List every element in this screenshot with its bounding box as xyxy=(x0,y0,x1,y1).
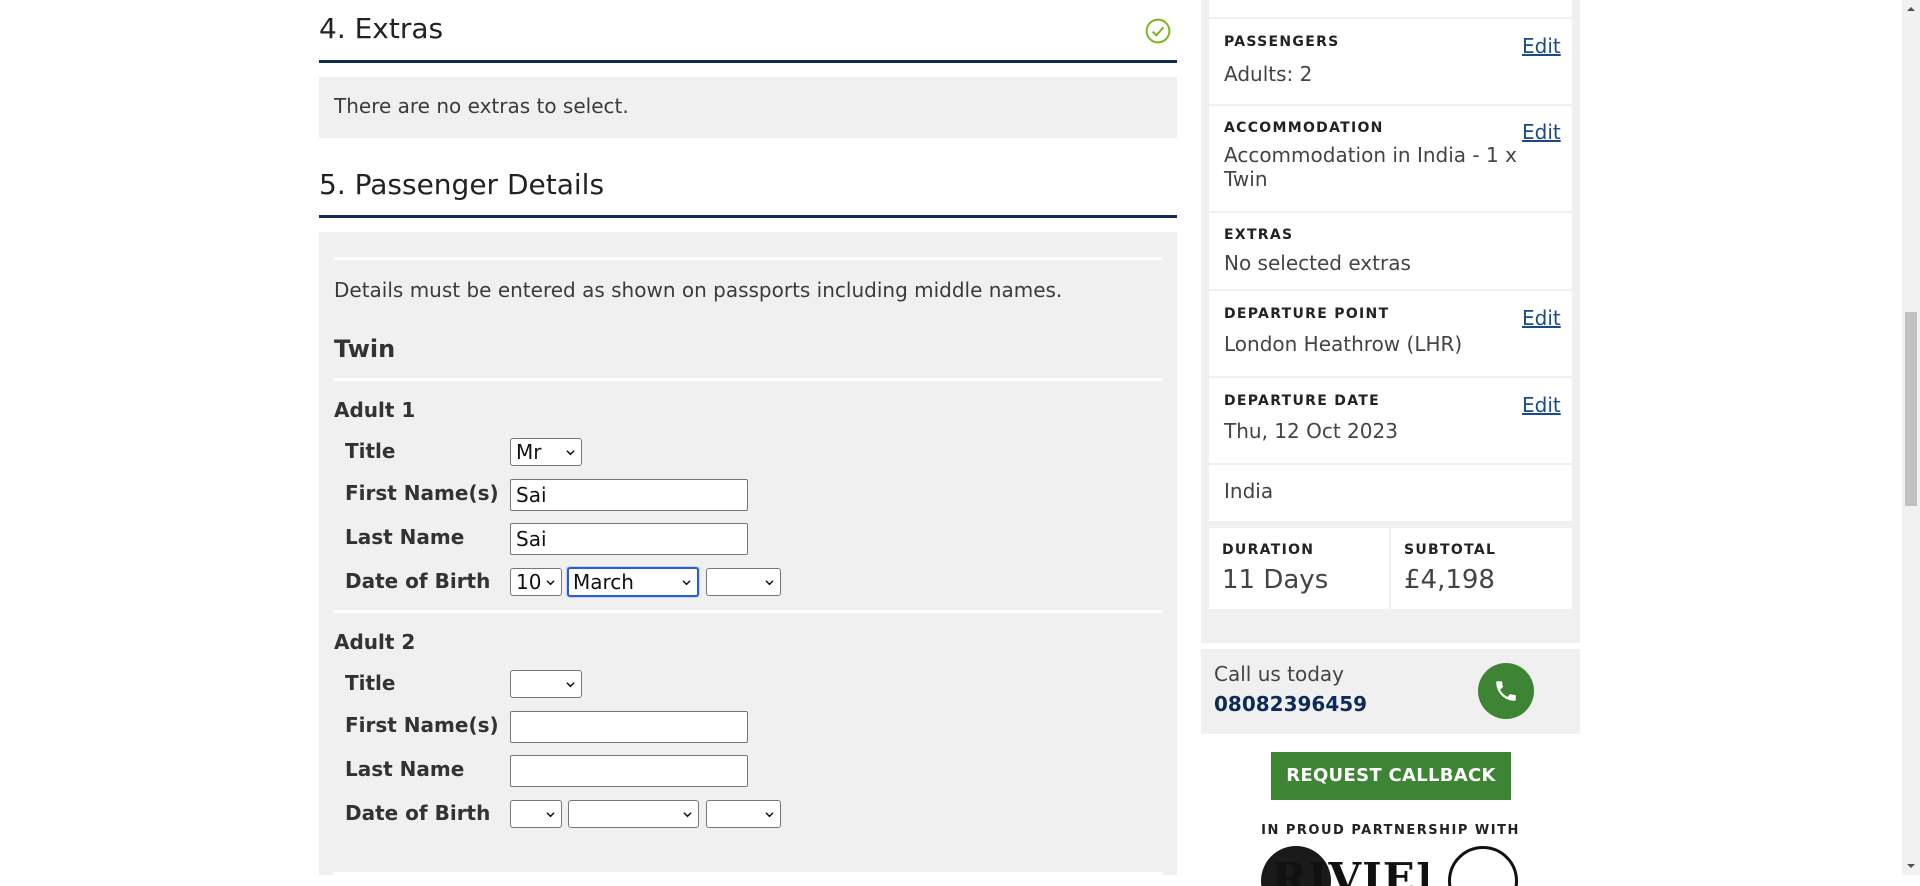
phone-number-link[interactable]: 08082396459 xyxy=(1214,692,1367,716)
subtotal-value: £4,198 xyxy=(1404,565,1495,595)
call-us-box: Call us today 08082396459 xyxy=(1201,649,1580,734)
check-circle-icon xyxy=(1145,18,1171,44)
adult-1-title-value: Mr xyxy=(516,440,542,464)
duration-label: DURATION xyxy=(1222,542,1315,558)
no-extras-message: There are no extras to select. xyxy=(334,94,629,118)
passenger-details-heading: 5. Passenger Details xyxy=(319,168,605,201)
chevron-down-icon xyxy=(546,812,555,818)
departure-point-value: London Heathrow (LHR) xyxy=(1224,332,1463,356)
departure-date-label: DEPARTURE DATE xyxy=(1224,393,1380,409)
adult-1-heading: Adult 1 xyxy=(334,398,416,422)
adult-2-dob-label: Date of Birth xyxy=(345,801,491,825)
adult-2-heading: Adult 2 xyxy=(334,630,416,654)
passengers-label: PASSENGERS xyxy=(1224,34,1340,50)
summary-top-card xyxy=(1209,0,1572,17)
summary-extras-card: EXTRAS No selected extras xyxy=(1209,213,1572,289)
adult-2-title-label: Title xyxy=(345,671,396,695)
passenger-details-panel: Details must be entered as shown on pass… xyxy=(319,232,1177,875)
edit-departure-date-link[interactable]: Edit xyxy=(1522,393,1561,417)
call-us-text: Call us today xyxy=(1214,662,1345,686)
adult-2-dob-year-select[interactable] xyxy=(706,800,781,828)
adult-2-first-name-label: First Name(s) xyxy=(345,713,499,737)
accommodation-value-line2: Twin xyxy=(1224,167,1268,191)
chevron-down-icon xyxy=(566,450,575,456)
chevron-down-icon xyxy=(682,580,691,586)
adult-1-dob-month-select[interactable]: March xyxy=(567,567,699,597)
panel-top-divider xyxy=(334,257,1162,260)
riviera-logo-text: RIVIERA xyxy=(1272,854,1428,886)
partner-emblem-circle xyxy=(1448,846,1518,886)
summary-accommodation-card: ACCOMMODATION Accommodation in India - 1… xyxy=(1209,106,1572,211)
passenger-details-divider xyxy=(319,215,1177,218)
extras-panel: There are no extras to select. xyxy=(319,77,1177,138)
phone-button[interactable] xyxy=(1478,663,1534,719)
scroll-up-arrow-icon[interactable] xyxy=(1906,4,1916,14)
departure-date-value: Thu, 12 Oct 2023 xyxy=(1224,419,1398,443)
chevron-down-icon xyxy=(765,812,774,818)
adult-2-dob-day-select[interactable] xyxy=(510,800,562,828)
page-scrollbar[interactable] xyxy=(1902,0,1920,875)
chevron-down-icon xyxy=(765,580,774,586)
summary-subtotal-card: SUBTOTAL £4,198 xyxy=(1391,528,1572,609)
extras-heading: 4. Extras xyxy=(319,12,444,45)
summary-passengers-card: PASSENGERS Adults: 2 Edit xyxy=(1209,19,1572,104)
partner-emblem xyxy=(1448,846,1524,886)
adult-1-first-name-input[interactable]: Sai xyxy=(510,479,748,511)
passengers-value: Adults: 2 xyxy=(1224,62,1313,86)
departure-point-label: DEPARTURE POINT xyxy=(1224,306,1390,322)
extras-divider xyxy=(319,60,1177,63)
chevron-down-icon xyxy=(546,580,555,586)
adult-1-dob-label: Date of Birth xyxy=(345,569,491,593)
extras-value: No selected extras xyxy=(1224,251,1411,275)
adult-2-title-select[interactable] xyxy=(510,670,582,698)
adult-2-first-name-input[interactable] xyxy=(510,711,748,743)
partnership-text: IN PROUD PARTNERSHIP WITH xyxy=(1261,823,1520,838)
booking-summary-panel: PASSENGERS Adults: 2 Edit ACCOMMODATION … xyxy=(1201,0,1580,643)
adult-2-last-name-label: Last Name xyxy=(345,757,465,781)
riviera-logo: RIVIERA xyxy=(1258,846,1428,886)
request-callback-button[interactable]: REQUEST CALLBACK xyxy=(1271,752,1511,800)
destination-value: India xyxy=(1224,479,1274,503)
summary-departure-point-card: DEPARTURE POINT London Heathrow (LHR) Ed… xyxy=(1209,291,1572,376)
room-divider xyxy=(334,378,1162,381)
adult-1-dob-month-value: March xyxy=(573,570,634,594)
adult-1-last-name-label: Last Name xyxy=(345,525,465,549)
scroll-down-arrow-icon[interactable] xyxy=(1906,861,1916,871)
phone-icon xyxy=(1496,681,1516,701)
adult-1-title-select[interactable]: Mr xyxy=(510,438,582,466)
chevron-down-icon xyxy=(683,812,692,818)
edit-passengers-link[interactable]: Edit xyxy=(1522,34,1561,58)
adult-1-last-name-input[interactable]: Sai xyxy=(510,523,748,555)
adult-2-last-name-input[interactable] xyxy=(510,755,748,787)
passport-note: Details must be entered as shown on pass… xyxy=(334,278,1063,302)
adult-1-title-label: Title xyxy=(345,439,396,463)
room-type-heading: Twin xyxy=(334,335,396,363)
edit-accommodation-link[interactable]: Edit xyxy=(1522,120,1561,144)
extras-label: EXTRAS xyxy=(1224,227,1294,243)
adult-2-dob-month-select[interactable] xyxy=(568,800,699,828)
subtotal-label: SUBTOTAL xyxy=(1404,542,1497,558)
summary-duration-card: DURATION 11 Days xyxy=(1209,528,1389,609)
adult-1-dob-day-select[interactable]: 10 xyxy=(510,568,562,596)
chevron-down-icon xyxy=(566,682,575,688)
duration-value: 11 Days xyxy=(1222,565,1329,595)
accommodation-label: ACCOMMODATION xyxy=(1224,120,1384,136)
edit-departure-point-link[interactable]: Edit xyxy=(1522,306,1561,330)
adult-1-dob-year-select[interactable] xyxy=(706,568,781,596)
adult-divider xyxy=(334,610,1162,613)
accommodation-value-line1: Accommodation in India - 1 x xyxy=(1224,143,1517,167)
adult-1-dob-day-value: 10 xyxy=(516,570,542,594)
scrollbar-thumb[interactable] xyxy=(1905,312,1917,506)
adult-1-first-name-label: First Name(s) xyxy=(345,481,499,505)
summary-departure-date-card: DEPARTURE DATE Thu, 12 Oct 2023 Edit xyxy=(1209,378,1572,463)
summary-destination-card: India xyxy=(1209,465,1572,521)
